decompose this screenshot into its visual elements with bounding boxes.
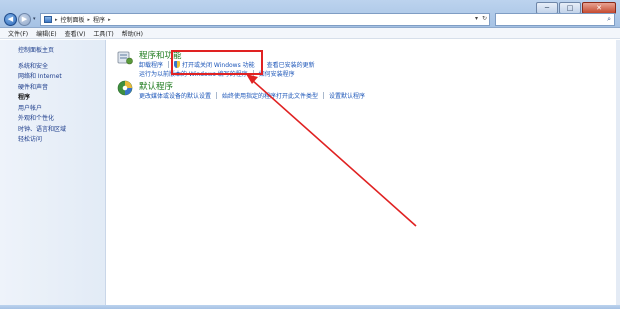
set-default-programs-link[interactable]: 设置默认程序: [329, 91, 365, 100]
title-bar: ─ □ ✕ ◀ ▶ ▾ ▸ 控制面板 ▸ 程序 ▸ ▾ ↻ ⌕: [0, 0, 620, 28]
uac-shield-icon: [174, 61, 181, 68]
sidebar-item-programs[interactable]: 程序: [18, 93, 105, 104]
search-icon[interactable]: ⌕: [607, 15, 611, 24]
default-programs-icon: [117, 80, 133, 96]
address-bar[interactable]: ▸ 控制面板 ▸ 程序 ▸ ▾ ↻: [40, 13, 490, 26]
programs-features-links-row1: 卸载程序 打开或关闭 Windows 功能 查看已安装的更新: [139, 60, 315, 69]
breadcrumb-separator[interactable]: ▸: [88, 17, 91, 23]
file-type-association-link[interactable]: 始终使用指定的程序打开此文件类型: [222, 91, 318, 100]
sidebar-item-system-security[interactable]: 系统和安全: [18, 62, 105, 73]
programs-features-links-row2: 运行为以前版本的 Windows 编写的程序 如何安装程序: [139, 69, 295, 78]
default-programs-links: 更改媒体或设备的默认设置 始终使用指定的程序打开此文件类型 设置默认程序: [139, 91, 365, 100]
menu-file[interactable]: 文件(F): [8, 29, 28, 38]
window-right-edge: [616, 40, 620, 305]
sidebar-item-home[interactable]: 控制面板主页: [18, 46, 105, 57]
sidebar-item-clock-region[interactable]: 时钟、语言和区域: [18, 125, 105, 136]
main-content: 程序和功能 卸载程序 打开或关闭 Windows 功能 查看已安装的更新 运行为…: [107, 40, 616, 305]
window-bottom-edge: [0, 305, 620, 309]
breadcrumb-separator[interactable]: ▸: [55, 17, 58, 23]
how-to-install-link[interactable]: 如何安装程序: [259, 69, 295, 78]
sidebar-item-user-accounts[interactable]: 用户帐户: [18, 104, 105, 115]
address-dropdown-icon[interactable]: ▾: [475, 15, 478, 22]
refresh-icon[interactable]: ↻: [482, 15, 487, 22]
programs-features-icon: [117, 51, 133, 65]
menu-edit[interactable]: 编辑(E): [36, 29, 56, 38]
sidebar: 控制面板主页 系统和安全 网络和 Internet 硬件和声音 程序 用户帐户 …: [0, 40, 106, 305]
section-default-programs: 默认程序 更改媒体或设备的默认设置 始终使用指定的程序打开此文件类型 设置默认程…: [117, 80, 597, 110]
breadcrumb-control-panel[interactable]: 控制面板: [61, 15, 85, 24]
breadcrumb-programs[interactable]: 程序: [93, 15, 105, 24]
menu-view[interactable]: 查看(V): [65, 29, 86, 38]
sidebar-item-appearance[interactable]: 外观和个性化: [18, 114, 105, 125]
forward-button[interactable]: ▶: [18, 13, 31, 26]
menu-tools[interactable]: 工具(T): [93, 29, 113, 38]
uninstall-program-link[interactable]: 卸载程序: [139, 60, 163, 69]
search-input[interactable]: ⌕: [495, 13, 615, 26]
menu-bar: 文件(F) 编辑(E) 查看(V) 工具(T) 帮助(H): [0, 28, 620, 39]
back-button[interactable]: ◀: [4, 13, 17, 26]
view-installed-updates-link[interactable]: 查看已安装的更新: [267, 60, 315, 69]
control-panel-icon: [44, 16, 52, 23]
menu-help[interactable]: 帮助(H): [122, 29, 143, 38]
breadcrumb-separator[interactable]: ▸: [108, 17, 111, 23]
change-media-defaults-link[interactable]: 更改媒体或设备的默认设置: [139, 91, 211, 100]
sidebar-item-hardware-sound[interactable]: 硬件和声音: [18, 83, 105, 94]
run-older-programs-link[interactable]: 运行为以前版本的 Windows 编写的程序: [139, 69, 248, 78]
sidebar-item-ease-of-access[interactable]: 轻松访问: [18, 135, 105, 146]
sidebar-item-network[interactable]: 网络和 Internet: [18, 72, 105, 83]
history-dropdown-icon[interactable]: ▾: [33, 16, 36, 22]
windows-features-link[interactable]: 打开或关闭 Windows 功能: [182, 60, 255, 69]
